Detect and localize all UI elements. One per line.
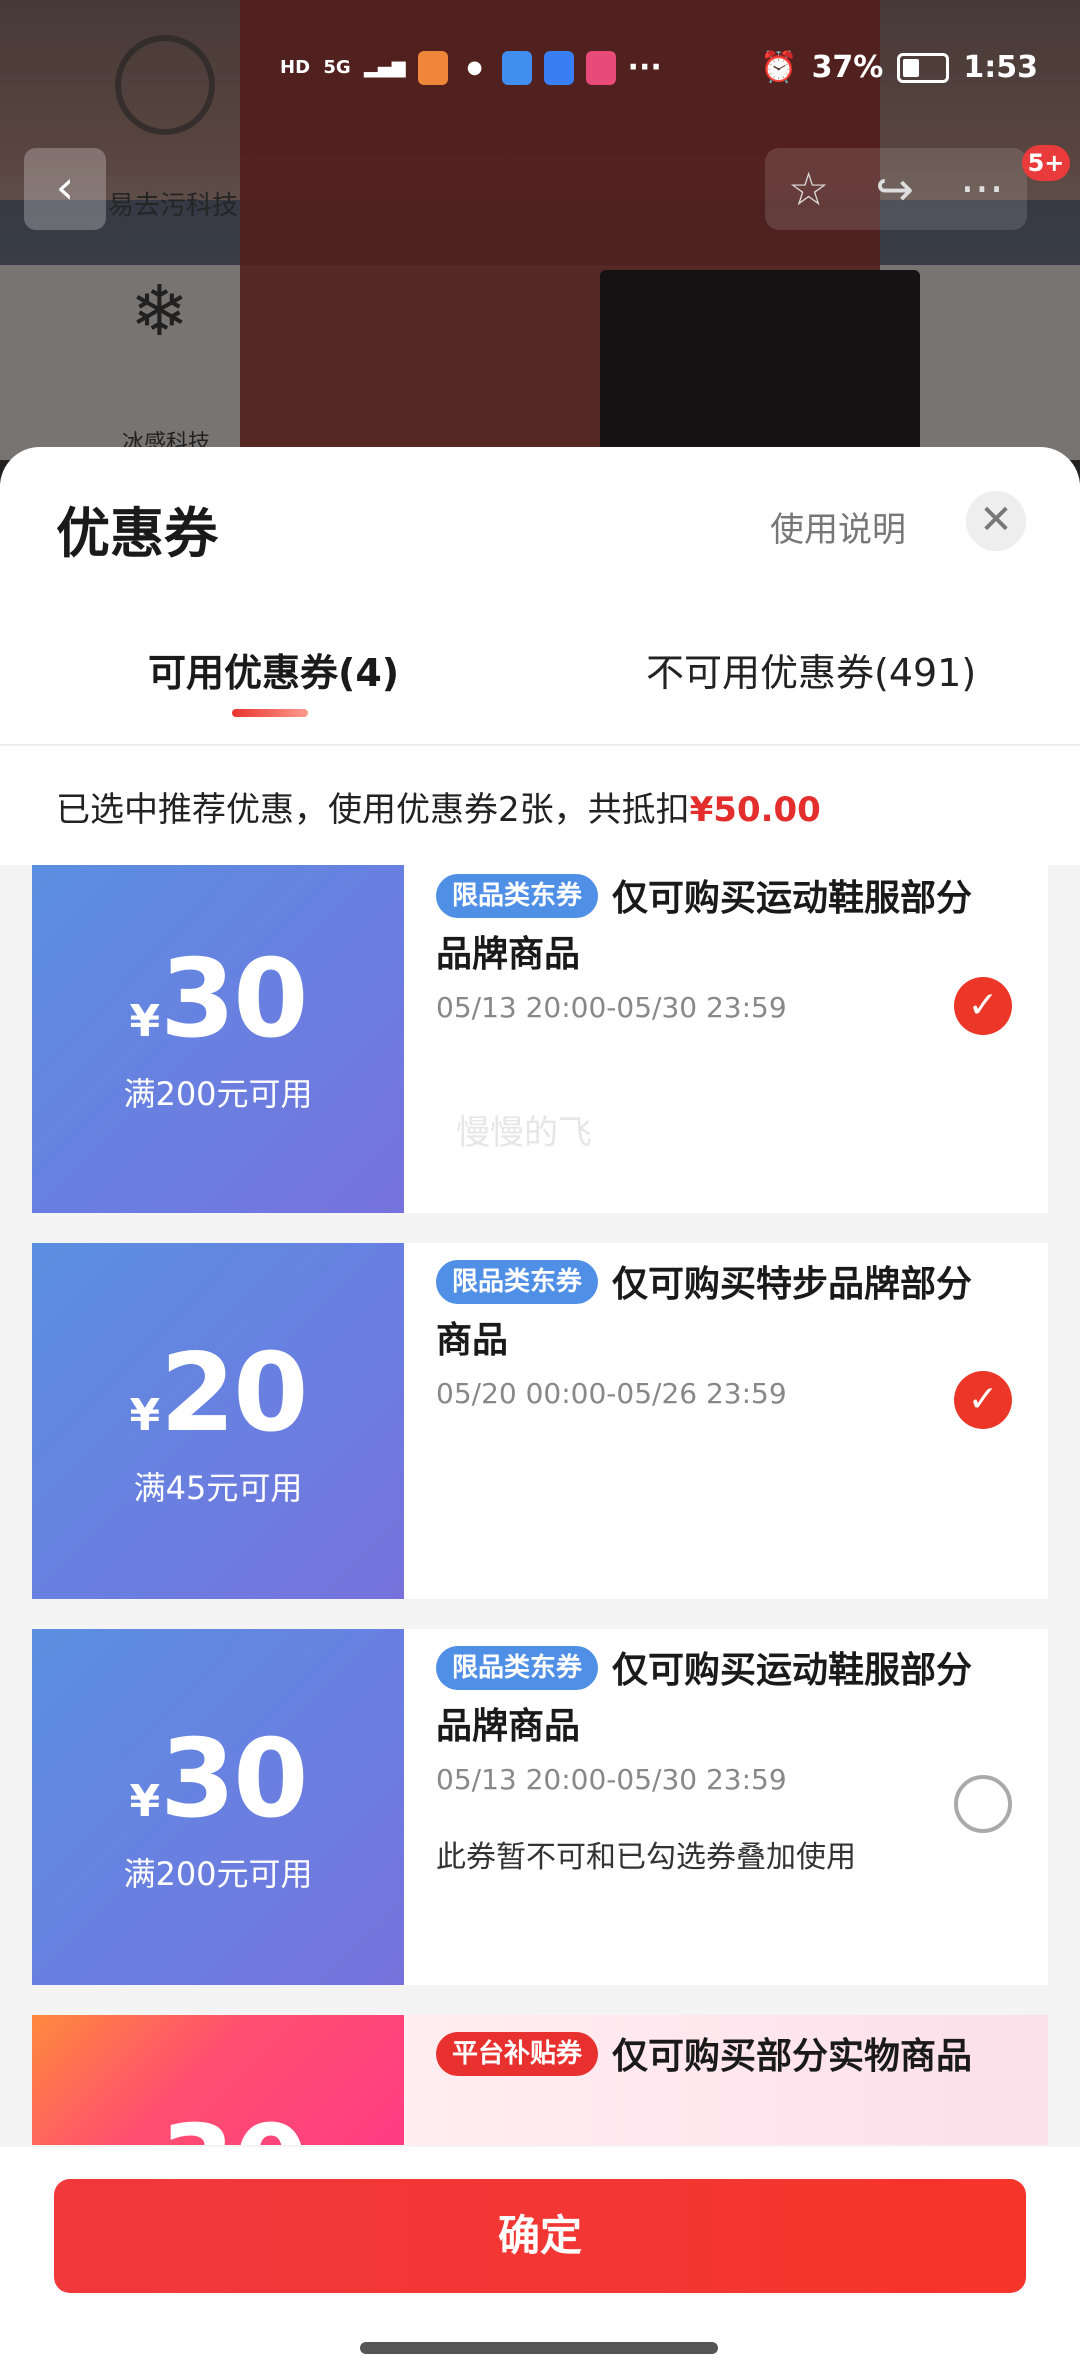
coupon-condition: 满200元可用 (123, 1075, 313, 1113)
shop-icon (543, 50, 574, 85)
clock: 1:53 (963, 50, 1038, 85)
coupon-validity: 05/13 20:00-05/30 23:59 (436, 991, 787, 1024)
coupon-sheet: 优惠券 使用说明 ✕ 可用优惠券(4) 不可用优惠券(491) 已选中推荐优惠，… (0, 447, 1080, 2376)
coupon-amount: ¥30 (129, 1717, 309, 1842)
selection-summary: 已选中推荐优惠，使用优惠券2张，共抵扣¥50.00 (0, 746, 1080, 865)
watermark: 慢慢的飞 (456, 1113, 592, 1153)
cloud-icon (501, 50, 532, 85)
coupon-tag: 平台补贴券 (436, 2032, 599, 2076)
sheet-title: 优惠券 (56, 502, 218, 565)
coupon-value-stub: ¥30 满200元可用 (26, 1629, 404, 1985)
coupon-tag: 限品类东券 (436, 1646, 599, 1690)
active-tab-indicator (232, 709, 308, 717)
coupon-amount: ¥30 (129, 937, 309, 1062)
home-indicator[interactable] (360, 2342, 718, 2354)
tab-unavailable-coupons[interactable]: 不可用优惠券(491) (646, 642, 976, 697)
back-button[interactable]: ‹ (24, 148, 106, 230)
coupon-checkbox-unchecked[interactable] (954, 1775, 1012, 1833)
coupon-validity: 05/20 00:00-05/26 23:59 (436, 1377, 787, 1410)
coupon-card[interactable]: ¥20 满45元可用 限品类东券 仅可购买特步品牌部分商品 05/20 00:00… (26, 1243, 1048, 1599)
game-icon (585, 50, 616, 85)
coupon-card[interactable]: ¥30 平台补贴券仅可购买部分实物商品 (26, 2015, 1048, 2145)
close-icon[interactable]: ✕ (966, 491, 1026, 551)
share-icon[interactable]: ↪ (875, 162, 914, 216)
coupon-value-stub: ¥30 (26, 2015, 404, 2145)
coupon-checkbox-checked[interactable]: ✓ (954, 1371, 1012, 1429)
qq-icon: ● (466, 56, 483, 78)
coupon-amount: ¥20 (129, 1331, 309, 1456)
usage-instructions-link[interactable]: 使用说明 (770, 502, 906, 551)
sheet-header: 优惠券 使用说明 ✕ 可用优惠券(4) 不可用优惠券(491) (0, 447, 1080, 745)
summary-prefix: 已选中推荐优惠，使用优惠券2张，共抵扣 (56, 790, 690, 830)
alarm-icon: ⏰ (760, 50, 798, 85)
coupon-info: 限品类东券 仅可购买运动鞋服部分品牌商品 05/13 20:00-05/30 23… (436, 865, 976, 1024)
coupon-card[interactable]: ¥30 满200元可用 限品类东券 仅可购买运动鞋服部分品牌商品 05/13 20… (26, 865, 1048, 1213)
coupon-info: 平台补贴券 仅可购买部分实物商品 (436, 2015, 976, 2085)
coupon-validity: 05/13 20:00-05/30 23:59 (436, 1763, 787, 1796)
confirm-button[interactable]: 确定 (54, 2179, 1026, 2293)
coupon-info: 限品类东券 仅可购买特步品牌部分商品 05/20 00:00-05/26 23:5… (436, 1243, 976, 1410)
coupon-value-stub: ¥20 满45元可用 (26, 1243, 404, 1599)
coupon-list[interactable]: ¥30 满200元可用 限品类东券 仅可购买运动鞋服部分品牌商品 05/13 20… (0, 865, 1080, 2145)
more-notifications-icon: ··· (627, 50, 662, 85)
coupon-title: 限品类东券 仅可购买运动鞋服部分品牌商品 (436, 871, 976, 983)
sheet-footer: 确定 (0, 2147, 1080, 2376)
summary-text: 已选中推荐优惠，使用优惠券2张，共抵扣¥50.00 (56, 782, 821, 831)
coupon-title: 限品类东券 仅可购买运动鞋服部分品牌商品 (436, 1643, 976, 1755)
coupon-note: 此券暂不可和已勾选券叠加使用 (436, 1840, 856, 1875)
favorite-star-icon[interactable]: ☆ (788, 162, 829, 216)
battery-icon (897, 52, 950, 83)
coupon-value-stub: ¥30 满200元可用 (26, 865, 404, 1213)
summary-amount: ¥50.00 (689, 790, 821, 830)
tab-available-coupons[interactable]: 可用优惠券(4) (148, 642, 399, 697)
coupon-title: 平台补贴券 仅可购买部分实物商品 (436, 2029, 976, 2085)
coupon-amount: ¥30 (32, 2103, 404, 2145)
app-notification-icon (417, 50, 448, 85)
coupon-card[interactable]: ¥30 满200元可用 限品类东券 仅可购买运动鞋服部分品牌商品 05/13 20… (26, 1629, 1048, 1985)
signal-icon: ▂▄▆ (364, 56, 406, 78)
coupon-info: 限品类东券 仅可购买运动鞋服部分品牌商品 05/13 20:00-05/30 23… (436, 1629, 976, 1876)
battery-percent: 37% (811, 50, 884, 85)
hd-icon: HD (280, 56, 311, 78)
coupon-checkbox-checked[interactable]: ✓ (954, 977, 1012, 1035)
more-menu-icon[interactable]: ··· (960, 162, 1004, 216)
status-bar: HD 5G ▂▄▆ ● ··· ⏰ 37% 1:53 (0, 50, 1080, 100)
coupon-tag: 限品类东券 (436, 1260, 599, 1304)
top-actions: ☆ ↪ ··· (765, 148, 1027, 230)
coupon-condition: 满45元可用 (133, 1469, 303, 1507)
coupon-condition: 满200元可用 (123, 1855, 313, 1893)
coupon-tag: 限品类东券 (436, 874, 599, 918)
message-badge: 5+ (1022, 145, 1070, 181)
signal-5g-icon: 5G (323, 56, 351, 78)
coupon-title: 限品类东券 仅可购买特步品牌部分商品 (436, 1257, 976, 1369)
